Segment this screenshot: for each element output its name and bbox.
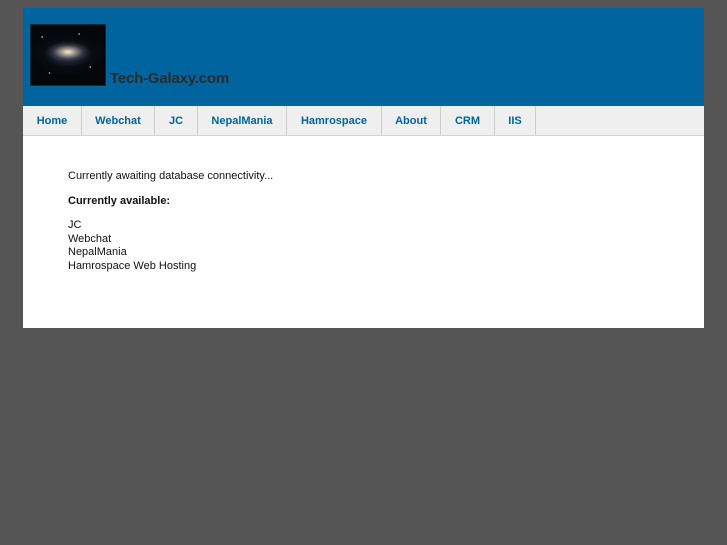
available-item-jc: JC (68, 219, 82, 231)
page-container: Tech-Galaxy.com Home Webchat JC NepalMan… (23, 8, 704, 328)
available-heading: Currently available: (68, 194, 171, 207)
available-item-nepalmania: NepalMania (68, 246, 127, 258)
site-header: Tech-Galaxy.com (23, 8, 704, 106)
available-item-hamrospace: Hamrospace Web Hosting (68, 259, 197, 272)
nav-item-iis[interactable]: IIS (495, 106, 536, 135)
site-title: Tech-Galaxy.com (110, 70, 229, 87)
main-navigation: Home Webchat JC NepalMania Hamrospace Ab… (23, 106, 704, 136)
main-content: Currently awaiting database connectivity… (23, 136, 704, 328)
status-message: Currently awaiting database connectivity… (68, 170, 274, 182)
galaxy-logo-image (30, 24, 106, 86)
nav-item-hamrospace[interactable]: Hamrospace (287, 106, 382, 135)
nav-item-nepalmania[interactable]: NepalMania (198, 106, 287, 135)
available-list: JC Webchat NepalMania Hamrospace Web Hos… (68, 219, 704, 273)
nav-item-crm[interactable]: CRM (441, 106, 495, 135)
nav-item-about[interactable]: About (382, 106, 441, 135)
nav-item-home[interactable]: Home (23, 106, 82, 135)
nav-item-webchat[interactable]: Webchat (82, 106, 155, 135)
available-item-webchat: Webchat (68, 232, 112, 245)
nav-item-jc[interactable]: JC (155, 106, 198, 135)
